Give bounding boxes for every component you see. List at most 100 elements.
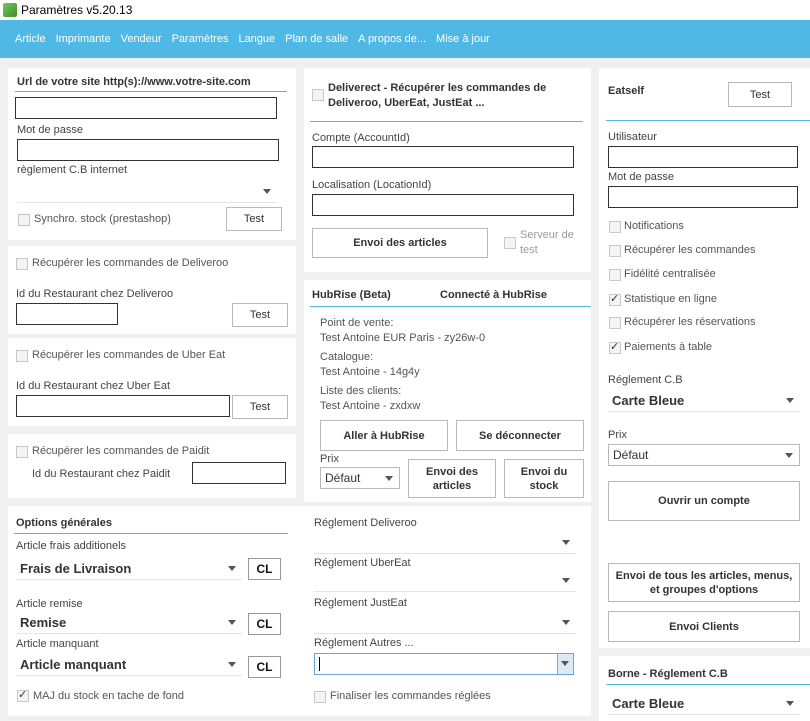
missing-label: Article manquant: [16, 638, 99, 650]
web-password-input[interactable]: [17, 139, 279, 161]
deliverect-account-label: Compte (AccountId): [312, 132, 410, 144]
stock-background-checkbox[interactable]: [17, 688, 29, 702]
eatself-option-orders-checkbox[interactable]: [609, 245, 621, 257]
hubrise-send-stock-button[interactable]: Envoi du stock: [504, 459, 584, 498]
deliveroo-test-button[interactable]: Test: [232, 303, 288, 327]
eatself-user-input[interactable]: [608, 146, 798, 168]
deliverect-panel: Deliverect - Récupérer les commandes de …: [304, 68, 591, 272]
divider: [310, 306, 591, 307]
kiosk-cb-dropdown[interactable]: Carte Bleue: [608, 693, 800, 715]
hubrise-go-button[interactable]: Aller à HubRise: [320, 420, 448, 451]
eatself-cb-dropdown[interactable]: Carte Bleue: [608, 390, 800, 412]
website-url-label: Url de votre site http(s)://www.votre-si…: [17, 76, 251, 88]
hubrise-clients-label: Liste des clients:: [320, 385, 402, 397]
payment-deliveroo-dropdown[interactable]: [314, 532, 576, 554]
eatself-password-label: Mot de passe: [608, 171, 675, 183]
eatself-option-table-payments-checkbox[interactable]: [609, 340, 621, 354]
deliverect-title-line2: Deliveroo, UberEat, JustEat ...: [328, 97, 485, 109]
general-options-panel: Options générales Article frais addition…: [8, 506, 591, 716]
dropdown-button[interactable]: [557, 654, 573, 674]
eatself-option-reservations-checkbox[interactable]: [609, 317, 621, 329]
eatself-password-input[interactable]: [608, 186, 798, 208]
discount-dropdown[interactable]: Remise: [16, 612, 242, 634]
menu-item-langue[interactable]: Langue: [238, 33, 275, 45]
payment-others-dropdown[interactable]: [314, 653, 574, 675]
missing-cl-button[interactable]: CL: [248, 656, 281, 678]
payment-justeat-dropdown[interactable]: [314, 612, 576, 634]
hubrise-logout-button[interactable]: Se déconnecter: [456, 420, 584, 451]
sync-stock-checkbox[interactable]: [18, 214, 30, 226]
eatself-option-loyalty-checkbox[interactable]: [609, 269, 621, 281]
hubrise-status: Connecté à HubRise: [440, 289, 547, 301]
missing-dropdown[interactable]: Article manquant: [16, 654, 242, 676]
chevron-down-icon: [228, 662, 236, 667]
ubereat-checkbox[interactable]: [16, 350, 28, 362]
hubrise-pos-value: Test Antoine EUR Paris - zy26w-0: [320, 332, 486, 344]
deliverect-location-label: Localisation (LocationId): [312, 179, 432, 191]
hubrise-send-articles-button[interactable]: Envoi des articles: [408, 459, 496, 498]
eatself-title: Eatself: [608, 85, 645, 97]
eatself-price-dropdown[interactable]: Défaut: [608, 444, 800, 466]
deliverect-send-articles-button[interactable]: Envoi des articles: [312, 228, 488, 258]
paidit-id-label: Id du Restaurant chez Paidit: [32, 468, 171, 480]
payment-others-label: Réglement Autres ...: [314, 637, 414, 649]
chevron-down-icon: [562, 578, 570, 583]
chevron-down-icon: [263, 189, 271, 194]
hubrise-price-dropdown[interactable]: Défaut: [320, 467, 400, 489]
menu-bar: Article Imprimante Vendeur Paramètres La…: [0, 20, 810, 58]
eatself-test-button[interactable]: Test: [728, 82, 792, 107]
paidit-checkbox[interactable]: [16, 446, 28, 458]
divider: [14, 533, 288, 534]
chevron-down-icon: [228, 566, 236, 571]
app-icon: [3, 3, 17, 17]
eatself-send-all-button[interactable]: Envoi de tous les articles, menus, et gro…: [608, 563, 800, 602]
menu-item-plan-de-salle[interactable]: Plan de salle: [285, 33, 348, 45]
finalize-checkbox[interactable]: [314, 691, 326, 703]
eatself-option-stats-label: Statistique en ligne: [624, 293, 717, 305]
stock-background-label: MAJ du stock en tache de fond: [33, 690, 185, 702]
kiosk-title: Borne - Réglement C.B: [608, 668, 728, 680]
website-url-input[interactable]: [15, 97, 277, 119]
hubrise-catalog-label: Catalogue:: [320, 351, 374, 363]
menu-item-article[interactable]: Article: [15, 33, 46, 45]
menu-item-imprimante[interactable]: Imprimante: [56, 33, 111, 45]
menu-item-vendeur[interactable]: Vendeur: [121, 33, 162, 45]
web-test-button[interactable]: Test: [226, 207, 282, 231]
eatself-option-stats-checkbox[interactable]: [609, 292, 621, 306]
kiosk-panel: Borne - Réglement C.B Carte Bleue: [599, 656, 810, 721]
deliverect-location-input[interactable]: [312, 194, 574, 216]
eatself-open-account-button[interactable]: Ouvrir un compte: [608, 481, 800, 521]
web-cb-dropdown[interactable]: [17, 181, 277, 203]
deliverect-account-input[interactable]: [312, 146, 574, 168]
hubrise-panel: HubRise (Beta) Connecté à HubRise Point …: [304, 280, 591, 502]
menu-item-mise-a-jour[interactable]: Mise à jour: [436, 33, 490, 45]
chevron-down-icon: [228, 620, 236, 625]
ubereat-fetch-label: Récupérer les commandes de Uber Eat: [32, 349, 226, 361]
deliveroo-id-input[interactable]: [16, 303, 118, 325]
eatself-cb-label: Réglement C.B: [608, 374, 683, 386]
extra-fee-dropdown[interactable]: Frais de Livraison: [16, 558, 242, 580]
eatself-option-table-payments-label: Paiements à table: [624, 341, 713, 353]
paidit-id-input[interactable]: [192, 462, 286, 484]
eatself-option-notifications-checkbox[interactable]: [609, 221, 621, 233]
title-bar: Paramètres v5.20.13: [0, 0, 810, 20]
payment-ubereat-label: Réglement UberEat: [314, 557, 411, 569]
chevron-down-icon: [562, 540, 570, 545]
ubereat-panel: Récupérer les commandes de Uber Eat Id d…: [8, 338, 296, 426]
menu-item-parametres[interactable]: Paramètres: [172, 33, 229, 45]
extra-fee-cl-button[interactable]: CL: [248, 558, 281, 580]
deliverect-checkbox[interactable]: [312, 89, 324, 101]
eatself-send-clients-button[interactable]: Envoi Clients: [608, 611, 800, 642]
deliverect-title-line1: Deliverect - Récupérer les commandes de: [328, 82, 547, 94]
paidit-panel: Récupérer les commandes de Paidit Id du …: [8, 434, 296, 498]
ubereat-test-button[interactable]: Test: [232, 395, 288, 419]
hubrise-clients-value: Test Antoine - zxdxw: [320, 400, 421, 412]
deliveroo-fetch-label: Récupérer les commandes de Deliveroo: [32, 257, 229, 269]
payment-ubereat-dropdown[interactable]: [314, 570, 576, 592]
ubereat-id-input[interactable]: [16, 395, 230, 417]
discount-cl-button[interactable]: CL: [248, 613, 281, 635]
deliveroo-checkbox[interactable]: [16, 258, 28, 270]
menu-item-a-propos[interactable]: A propos de...: [358, 33, 426, 45]
test-server-checkbox[interactable]: [504, 237, 516, 249]
chevron-down-icon: [786, 398, 794, 403]
